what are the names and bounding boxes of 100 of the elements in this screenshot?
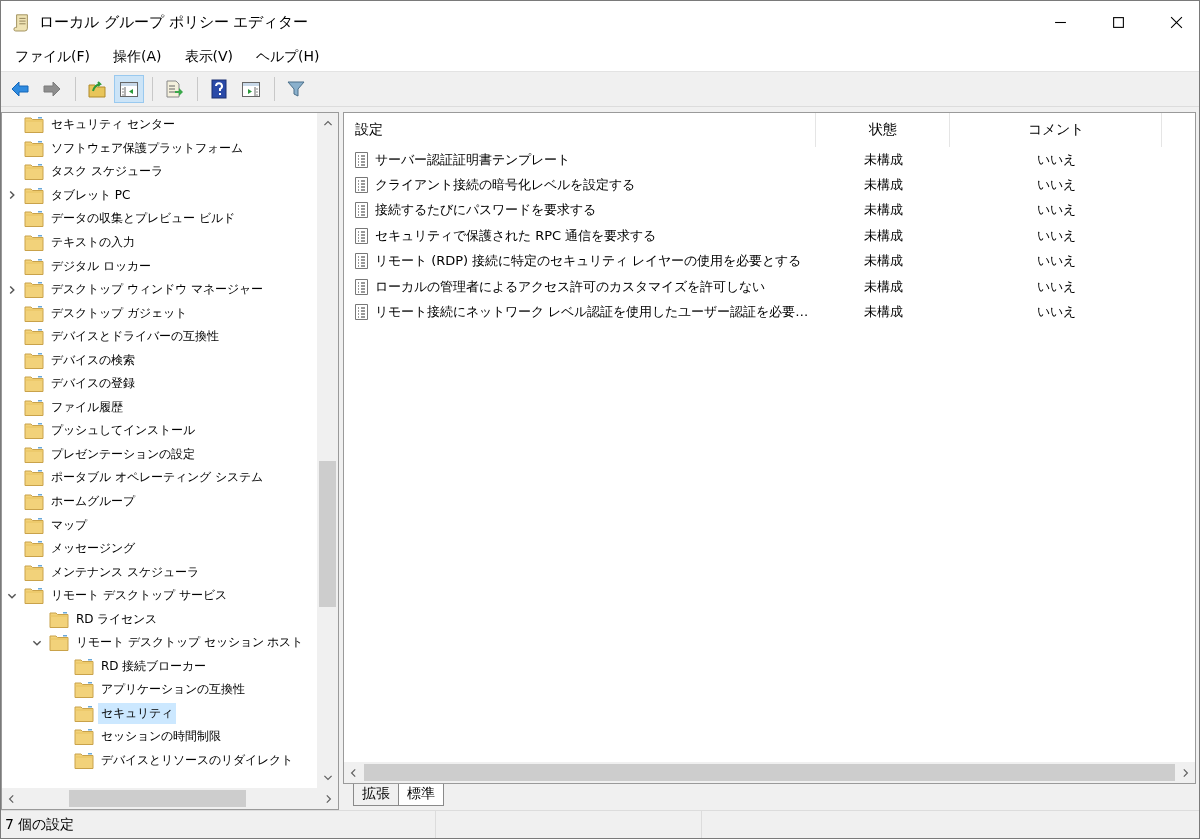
tree-item[interactable]: セキュリティ センター <box>48 114 178 136</box>
setting-icon <box>354 226 369 245</box>
export-list-icon <box>164 79 184 99</box>
menu-item[interactable]: ヘルプ(H) <box>248 45 328 69</box>
folder-icon <box>49 609 69 629</box>
folder-icon <box>74 727 94 747</box>
setting-icon <box>354 201 369 220</box>
folder-icon <box>24 421 44 441</box>
setting-icon <box>354 176 369 195</box>
menu-item[interactable]: 操作(A) <box>105 45 170 69</box>
tree-item[interactable]: デスクトップ ウィンドウ マネージャー <box>48 279 266 301</box>
tree-item[interactable]: ソフトウェア保護プラットフォーム <box>48 137 246 159</box>
scroll-thumb[interactable] <box>364 764 1175 781</box>
tree-item[interactable]: デジタル ロッカー <box>48 255 154 277</box>
table-cell-text: 未構成 <box>862 150 904 169</box>
status-text: 7 個の設定 <box>4 815 76 834</box>
tree-item[interactable]: セキュリティ <box>98 702 176 724</box>
folder-icon <box>74 656 94 676</box>
help-icon <box>209 79 229 99</box>
vertical-scrollbar[interactable] <box>317 113 338 788</box>
tree-item[interactable]: タスク スケジューラ <box>48 161 166 183</box>
folder-icon <box>24 162 44 182</box>
folder-icon <box>24 539 44 559</box>
folder-icon <box>74 751 94 771</box>
table-cell-text: 未構成 <box>862 201 904 220</box>
folder-icon <box>24 350 44 370</box>
folder-icon <box>74 680 94 700</box>
maximize-icon <box>1111 15 1125 29</box>
folder-icon <box>24 280 44 300</box>
folder-icon <box>24 209 44 229</box>
table-cell-text: 未構成 <box>862 176 904 195</box>
horizontal-scrollbar[interactable] <box>344 762 1195 783</box>
folder-icon <box>24 515 44 535</box>
folder-arrow-icon <box>87 79 107 99</box>
table-cell: クライアント接続の暗号化レベルを設定する <box>375 176 635 195</box>
folder-icon <box>24 374 44 394</box>
scroll-thumb[interactable] <box>69 790 246 807</box>
window-title: ローカル グループ ポリシー エディター <box>39 12 309 32</box>
tree-item[interactable]: メッセージング <box>48 538 138 560</box>
horizontal-scrollbar[interactable] <box>2 788 338 809</box>
panel-icon <box>119 79 139 99</box>
setting-icon <box>354 252 369 271</box>
scroll-icon <box>13 12 31 32</box>
folder-icon <box>24 492 44 511</box>
tree-item[interactable]: ファイル履歴 <box>48 396 126 418</box>
tree-item[interactable]: デバイスとリソースのリダイレクト <box>98 750 296 772</box>
forward-arrow-icon <box>42 79 62 99</box>
tree-item[interactable]: ホームグループ <box>48 491 138 512</box>
tree-item[interactable]: デバイスの登録 <box>48 373 138 395</box>
setting-icon <box>354 150 369 169</box>
tree-item[interactable]: RD 接続ブローカー <box>98 655 210 677</box>
table-cell-text: いいえ <box>1035 150 1077 169</box>
tree-item[interactable]: プレゼンテーションの設定 <box>48 443 198 465</box>
tree-item[interactable]: プッシュしてインストール <box>48 420 198 442</box>
view-tab[interactable]: 標準 <box>398 784 444 806</box>
table-cell: サーバー認証証明書テンプレート <box>375 150 570 169</box>
tree-item[interactable]: RD ライセンス <box>73 608 161 630</box>
tree-item[interactable]: デバイスの検索 <box>48 349 138 371</box>
panel-button[interactable] <box>114 75 144 103</box>
folder-icon <box>24 185 44 205</box>
tree-item[interactable]: マップ <box>48 514 90 536</box>
tree-item[interactable]: デバイスとドライバーの互換性 <box>48 326 222 348</box>
table-cell-text: 未構成 <box>862 277 904 296</box>
tree-item[interactable]: セッションの時間制限 <box>98 726 224 748</box>
tree-item[interactable]: データの収集とプレビュー ビルド <box>48 208 238 230</box>
menu-item[interactable]: 表示(V) <box>176 45 241 69</box>
tree-item[interactable]: タブレット PC <box>48 184 134 206</box>
setting-icon <box>354 303 369 322</box>
tree-item[interactable]: テキストの入力 <box>48 232 138 253</box>
tree-item[interactable]: メンテナンス スケジューラ <box>48 561 202 583</box>
back-arrow-icon <box>10 79 30 99</box>
column-header[interactable]: コメント <box>950 113 1162 147</box>
table-cell-text: いいえ <box>1035 176 1077 195</box>
tree-item[interactable]: リモート デスクトップ セッション ホスト <box>73 632 307 654</box>
table-cell: 接続するたびにパスワードを要求する <box>375 201 596 220</box>
folder-icon <box>24 138 44 158</box>
tree-item[interactable]: アプリケーションの互換性 <box>98 679 248 701</box>
scroll-thumb[interactable] <box>319 461 336 607</box>
table-cell: リモート接続にネットワーク レベル認証を使用したユーザー認証を必要… <box>375 303 809 322</box>
column-header[interactable]: 状態 <box>816 113 950 147</box>
table-cell-text: いいえ <box>1035 303 1077 322</box>
table-cell: セキュリティで保護された RPC 通信を要求する <box>375 226 657 245</box>
tree-item[interactable]: リモート デスクトップ サービス <box>48 585 230 607</box>
folder-icon <box>74 703 94 723</box>
folder-icon <box>24 256 44 276</box>
folder-icon <box>24 468 44 488</box>
view-tab[interactable]: 拡張 <box>353 784 399 806</box>
folder-icon <box>49 633 69 653</box>
panel-icon <box>241 79 261 99</box>
close-icon <box>1169 15 1183 29</box>
table-cell-text: いいえ <box>1035 226 1077 245</box>
tree-item[interactable]: デスクトップ ガジェット <box>48 302 190 324</box>
folder-icon <box>24 233 44 252</box>
table-cell-text: 未構成 <box>862 303 904 322</box>
column-header[interactable]: 設定 <box>344 113 816 147</box>
folder-icon <box>24 397 44 417</box>
table-cell: ローカルの管理者によるアクセス許可のカスタマイズを許可しない <box>375 277 765 296</box>
tree-item[interactable]: ポータブル オペレーティング システム <box>48 467 266 489</box>
menu-item[interactable]: ファイル(F) <box>7 45 98 69</box>
folder-icon <box>24 115 44 135</box>
